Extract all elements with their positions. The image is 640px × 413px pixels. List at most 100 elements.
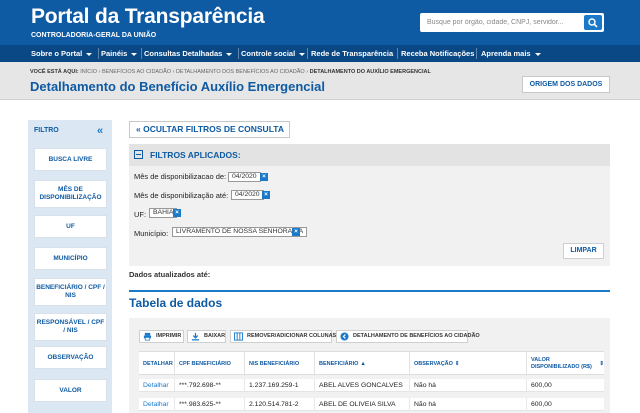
main-nav: Sobre o Portal Painéis Consultas Detalha… [0,45,640,62]
page-header: VOCÊ ESTÁ AQUI: INÍCIO › BENEFÍCIOS AO C… [0,62,640,100]
nav-rede-de-transparencia[interactable]: Rede de Transparência [311,45,393,62]
search-input[interactable] [420,13,582,32]
breadcrumb-item-inicio[interactable]: INÍCIO [80,69,97,75]
clear-filters-button[interactable]: LIMPAR [563,243,604,259]
sidebar-item-uf[interactable]: UF [34,215,107,238]
download-button[interactable]: BAIXAR [187,330,226,343]
th-label: BENEFICIÁRIO [319,360,359,367]
nav-label: Sobre o Portal [31,49,83,58]
download-label: BAIXAR [204,333,226,339]
th-label: OBSERVAÇÃO [414,360,453,367]
breadcrumb-prefix: VOCÊ ESTÁ AQUI: [30,69,79,75]
page-title: Detalhamento do Benefício Auxílio Emerge… [30,79,325,94]
nav-aprenda-mais[interactable]: Aprenda mais [481,45,541,62]
chevron-down-icon [226,52,233,56]
search-button[interactable] [584,15,602,30]
filter-value-municipio: LIVRAMENTO DE NOSSA SENHORA/BA [172,227,308,237]
sidebar-item-municipio[interactable]: MUNICÍPIO [34,247,107,270]
remove-filter-icon[interactable]: × [262,191,270,199]
remove-filter-icon[interactable]: × [260,173,268,181]
chevron-down-icon [534,52,541,56]
filter-label-mes-ate: Mês de disponibilização até: [134,191,229,200]
th-observacao[interactable]: OBSERVAÇÃO ⇕ [409,352,526,376]
sidebar-item-valor[interactable]: VALOR [34,379,107,402]
nav-consultas-detalhadas[interactable]: Consultas Detalhadas [144,45,233,62]
th-valor-disponibilizado[interactable]: VALOR DISPONIBILIZADO (R$) ⇕ [526,352,604,376]
sidebar-item-beneficiario[interactable]: BENEFICIÁRIO / CPF / NIS [34,278,107,306]
filter-value-mes-ate: 04/2020 [231,190,264,200]
cell-observacao: Não há [409,398,526,411]
minus-square-icon[interactable] [134,150,143,159]
th-beneficiario[interactable]: BENEFICIÁRIO ▲ [314,352,409,376]
sort-icon: ⇕ [599,360,604,367]
portal-logo-title[interactable]: Portal da Transparência [31,5,265,29]
remove-filter-icon[interactable]: × [292,228,300,236]
back-circle-icon [340,332,349,341]
columns-button[interactable]: REMOVER/ADICIONAR COLUNAS [230,330,336,343]
nav-divider [98,48,99,59]
table-row: Detalhar ***.792.698-** 1.237.169.259-1 … [139,379,604,392]
sort-asc-icon: ▲ [360,360,366,367]
nav-label: Consultas Detalhadas [144,49,223,58]
filter-label-mes-de: Mês de disponibilizacao de: [134,172,227,181]
sidebar-item-observacao[interactable]: OBSERVAÇÃO [34,346,107,369]
applied-filters-header[interactable]: FILTROS APLICADOS: [129,144,610,166]
th-label: VALOR DISPONIBILIZADO (R$) [531,357,592,370]
nav-divider [397,48,398,59]
breadcrumb-item-beneficios[interactable]: BENEFÍCIOS AO CIDADÃO [102,69,171,75]
nav-controle-social[interactable]: Controle social [241,45,306,62]
beneficios-detail-label: DETALHAMENTO DE BENEFÍCIOS AO CIDADÃO [353,333,480,339]
cell-cpf: ***.983.625-** [174,398,244,411]
nav-divider [307,48,308,59]
print-icon [143,332,152,341]
nav-label: Aprenda mais [481,49,531,58]
breadcrumb-item-current: DETALHAMENTO DO AUXÍLIO EMERGENCIAL [309,69,431,75]
sidebar-item-mes-disponibilizacao[interactable]: MÊS DE DISPONIBILIZAÇÃO [34,180,107,208]
nav-receba-notificacoes[interactable]: Receba Notificações [401,45,474,62]
sidebar-item-responsavel[interactable]: RESPONSÁVEL / CPF / NIS [34,313,107,341]
filter-label-municipio: Município: [134,229,169,238]
sidebar-title: FILTRO [34,127,59,134]
nav-sobre-o-portal[interactable]: Sobre o Portal [31,45,93,62]
cell-beneficiario: ABEL ALVES GONCALVES [314,379,409,392]
nav-label: Controle social [241,49,296,58]
beneficios-detail-button[interactable]: DETALHAMENTO DE BENEFÍCIOS AO CIDADÃO [336,330,480,343]
nav-label: Receba Notificações [401,49,475,58]
site-header: Portal da Transparência CONTROLADORIA-GE… [0,0,640,45]
nav-label: Painéis [101,49,128,58]
remove-filter-icon[interactable]: × [173,209,181,217]
breadcrumb-separator: › [98,69,101,75]
download-icon [191,332,200,341]
breadcrumb-item-detalhamento-beneficios[interactable]: DETALHAMENTO DOS BENEFÍCIOS AO CIDADÃO [176,69,305,75]
nav-divider [238,48,239,59]
cell-cpf: ***.792.698-** [174,379,244,392]
cell-observacao: Não há [409,379,526,392]
th-cpf-beneficiario: CPF BENEFICIÁRIO [174,352,244,376]
chevron-down-icon [299,52,306,56]
columns-label: REMOVER/ADICIONAR COLUNAS [247,333,337,339]
nav-label: Rede de Transparência [311,49,394,58]
origem-dos-dados-button[interactable]: ORIGEM DOS DADOS [522,76,610,93]
cell-valor: 600,00 [526,379,604,392]
section-divider [129,290,610,292]
cell-valor: 600,00 [526,398,604,411]
cell-beneficiario: ABEL DE OLIVEIA SILVA [314,398,409,411]
detalhar-link[interactable]: Detalhar [139,398,174,411]
filter-value-mes-de: 04/2020 [228,172,261,182]
nav-paineis[interactable]: Painéis [101,45,138,62]
nav-divider [476,48,477,59]
breadcrumb: VOCÊ ESTÁ AQUI: INÍCIO › BENEFÍCIOS AO C… [30,69,431,75]
search-icon [588,18,598,28]
applied-filters-title: FILTROS APLICADOS: [150,150,241,160]
collapse-sidebar-icon[interactable]: « [97,125,103,137]
sidebar-item-busca-livre[interactable]: BUSCA LIVRE [34,148,107,171]
th-nis-beneficiario: NIS BENEFICIÁRIO [244,352,314,376]
filter-label-uf: UF: [134,210,147,219]
search-box [420,13,604,32]
th-detalhar: DETALHAR [139,352,174,376]
detalhar-link[interactable]: Detalhar [139,379,174,392]
hide-filters-button[interactable]: « OCULTAR FILTROS DE CONSULTA [129,121,290,138]
nav-divider [141,48,142,59]
table-header: DETALHAR CPF BENEFICIÁRIO NIS BENEFICIÁR… [139,351,604,376]
print-button[interactable]: IMPRIMIR [139,330,184,343]
